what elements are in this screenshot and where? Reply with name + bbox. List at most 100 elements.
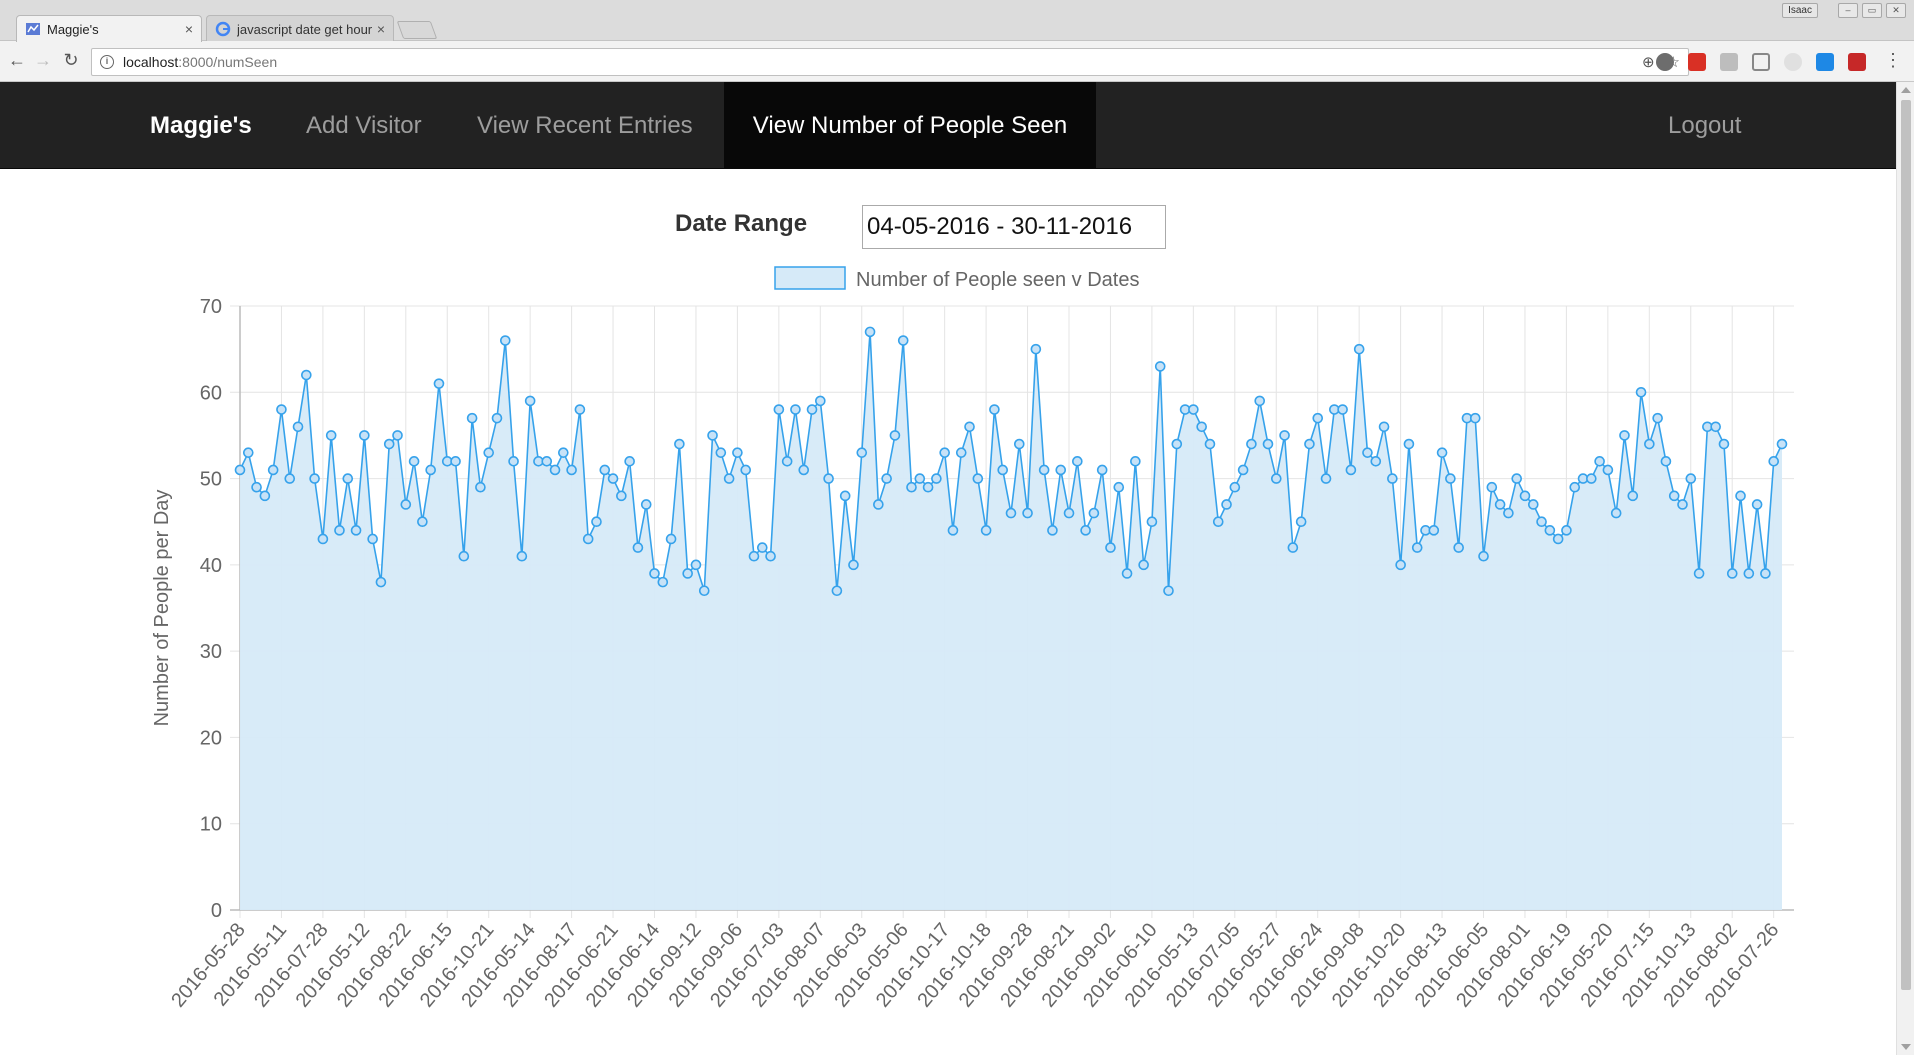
close-window-icon[interactable]: ✕ — [1886, 3, 1906, 18]
data-point — [408, 456, 420, 467]
data-point — [234, 464, 246, 476]
data-point — [524, 395, 536, 407]
data-point — [1436, 447, 1448, 458]
data-point — [806, 404, 818, 415]
data-point — [508, 456, 519, 467]
data-point — [1411, 542, 1423, 553]
line-chart: 0102030405060702016-05-282016-05-112016-… — [151, 266, 1794, 1012]
data-point — [1677, 499, 1688, 510]
tab-close-icon[interactable]: × — [185, 21, 193, 37]
data-point — [1453, 542, 1464, 553]
data-point — [574, 404, 586, 415]
data-point — [1096, 464, 1108, 476]
data-point — [1229, 481, 1241, 493]
data-point — [491, 412, 503, 424]
tab-title: javascript date get hour — [237, 21, 373, 37]
data-point — [259, 490, 271, 502]
data-point — [1569, 481, 1581, 493]
data-point — [732, 447, 743, 458]
data-point — [914, 473, 926, 484]
data-point — [1121, 568, 1133, 579]
cast-icon[interactable] — [1752, 53, 1770, 71]
lastpass-icon[interactable] — [1688, 53, 1706, 71]
skype-icon[interactable] — [1816, 53, 1834, 71]
tab-close-icon[interactable]: × — [377, 21, 385, 37]
y-tick-label: 20 — [200, 727, 222, 749]
data-point — [723, 473, 735, 484]
data-point — [1005, 507, 1017, 519]
profile-name[interactable]: Isaac — [1782, 3, 1818, 18]
y-tick-label: 70 — [200, 296, 222, 318]
data-point — [350, 525, 362, 536]
data-point — [582, 533, 594, 545]
page-content: Maggie's Add Visitor View Recent Entries… — [0, 82, 1896, 1055]
tab-maggies[interactable]: Maggie's × — [16, 15, 202, 42]
data-point — [1262, 438, 1274, 450]
chart-ext-icon[interactable] — [1848, 53, 1866, 71]
data-point — [1022, 507, 1033, 519]
data-point — [475, 481, 486, 493]
data-point — [1652, 412, 1663, 424]
data-point — [997, 464, 1009, 476]
info-icon[interactable]: i — [100, 55, 114, 69]
data-point — [433, 378, 445, 389]
data-point — [1047, 525, 1058, 536]
data-point — [1013, 438, 1025, 450]
data-point — [317, 533, 329, 545]
data-point — [740, 464, 752, 476]
data-point — [541, 456, 553, 467]
data-point — [607, 473, 619, 484]
data-point — [334, 525, 345, 536]
data-point — [251, 481, 262, 493]
extension-grey-icon[interactable] — [1720, 53, 1738, 71]
data-point — [815, 395, 826, 407]
back-arrow-icon[interactable]: ← — [6, 49, 28, 71]
new-tab-button[interactable] — [396, 21, 438, 39]
data-point — [1445, 473, 1456, 484]
search-ext-icon[interactable] — [1784, 53, 1802, 71]
data-point — [972, 473, 984, 484]
url-host: localhost — [123, 54, 179, 70]
scrollbar-thumb[interactable] — [1901, 100, 1911, 990]
scroll-up-arrow-icon[interactable] — [1901, 87, 1911, 93]
address-bar[interactable]: i localhost:8000/numSeen ⊕ ☆ — [91, 48, 1689, 76]
data-point — [342, 473, 354, 484]
data-point — [864, 326, 876, 338]
minimize-icon[interactable]: – — [1838, 3, 1858, 18]
data-point — [690, 559, 702, 571]
data-point — [698, 585, 710, 597]
ublock-icon[interactable] — [1656, 53, 1674, 71]
maximize-icon[interactable]: ▭ — [1862, 3, 1882, 18]
data-point — [1105, 542, 1116, 553]
data-point — [1602, 464, 1614, 476]
data-point — [674, 438, 685, 450]
page-scrollbar[interactable] — [1896, 82, 1914, 1055]
scroll-down-arrow-icon[interactable] — [1901, 1044, 1911, 1050]
data-point — [1486, 481, 1498, 493]
y-tick-label: 40 — [200, 555, 222, 577]
data-point — [848, 559, 859, 571]
data-point — [1478, 550, 1489, 562]
data-point — [1511, 473, 1523, 484]
browser-toolbar: ← → ↻ i localhost:8000/numSeen ⊕ ☆ ⋮ — [0, 41, 1914, 82]
data-point — [267, 464, 279, 476]
data-point — [1270, 473, 1282, 484]
data-point — [400, 499, 412, 510]
reload-icon[interactable]: ↻ — [60, 49, 82, 71]
data-point — [839, 490, 851, 502]
google-favicon-icon — [215, 21, 231, 37]
data-point — [1188, 404, 1199, 415]
data-point — [1519, 490, 1531, 502]
zoom-icon[interactable]: ⊕ — [1642, 53, 1655, 71]
data-point — [1428, 525, 1440, 536]
data-point — [1561, 525, 1572, 536]
data-point — [549, 464, 561, 476]
data-point — [665, 533, 677, 545]
data-point — [1304, 438, 1315, 450]
menu-dots-icon[interactable]: ⋮ — [1884, 50, 1902, 71]
forward-arrow-icon[interactable]: → — [32, 49, 54, 71]
data-point — [1088, 507, 1100, 519]
tab-google-search[interactable]: javascript date get hour × — [206, 15, 394, 42]
data-point — [1726, 568, 1738, 579]
data-point — [1760, 568, 1771, 579]
